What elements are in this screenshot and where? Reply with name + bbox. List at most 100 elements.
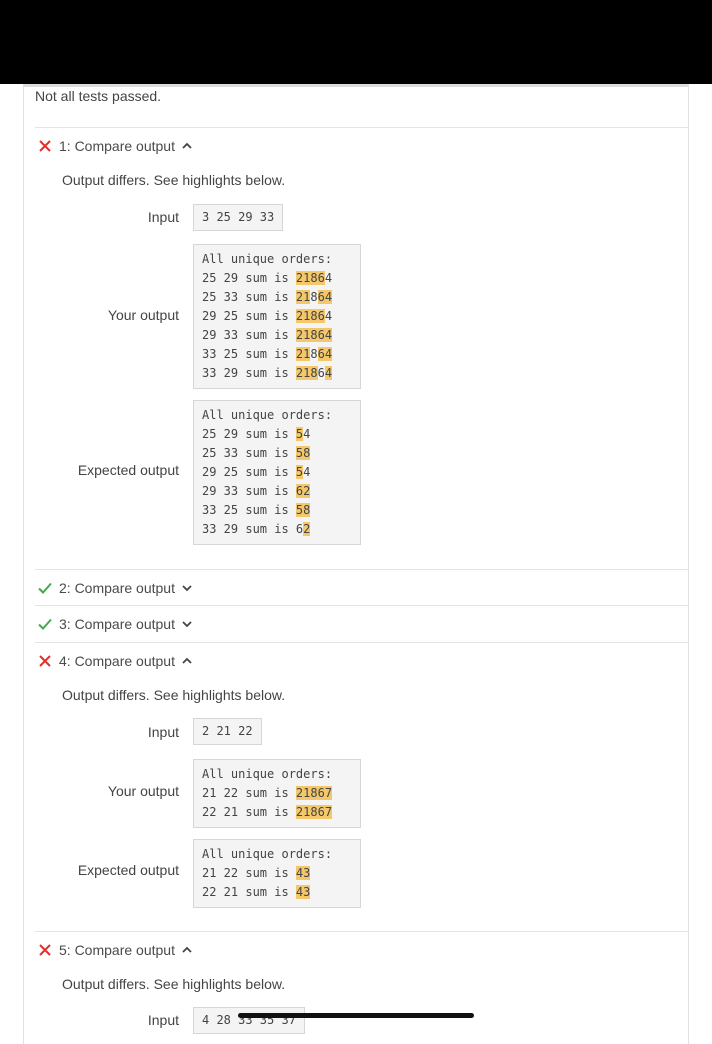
- output-line: 21 22 sum is 21867: [202, 784, 352, 803]
- output-line: 33 29 sum is 21864: [202, 364, 352, 383]
- your-output-label: Your output: [107, 307, 179, 323]
- output-text: All unique orders:: [202, 252, 333, 266]
- output-text: 33 29 sum is: [202, 522, 296, 536]
- output-text: All unique orders:: [202, 847, 333, 861]
- test-4-expected-output-box: All unique orders: 21 22 sum is 43 22 21 s…: [193, 839, 361, 908]
- diff-highlight: 2186: [295, 309, 325, 323]
- diff-highlight: 2186: [295, 328, 325, 342]
- test-1-header[interactable]: 1: Compare output: [36, 136, 193, 156]
- output-text: 4: [324, 271, 333, 285]
- pass-check-icon: [38, 618, 52, 630]
- top-black-bar: [0, 0, 712, 84]
- output-line: 22 21 sum is 43: [202, 883, 352, 902]
- output-line: 33 25 sum is 21864: [202, 345, 352, 364]
- test-1-note: Output differs. See highlights below.: [62, 172, 286, 188]
- input-label: Input: [147, 1012, 179, 1028]
- test-5-input-box: 4 28 33 35 37: [193, 1007, 305, 1034]
- output-line: 22 21 sum is 21867: [202, 803, 352, 822]
- test-4-title: 4: Compare output: [59, 653, 175, 669]
- output-line: 29 25 sum is 21864: [202, 307, 352, 326]
- output-text: 8: [310, 290, 318, 304]
- test-1-your-output-box: All unique orders: 25 29 sum is 21864 25 3…: [193, 244, 361, 389]
- diff-highlight: 21867: [295, 786, 333, 800]
- diff-highlight: 4: [324, 328, 333, 342]
- chevron-up-icon: [182, 142, 192, 149]
- test-2-header[interactable]: 2: Compare output: [36, 578, 193, 598]
- diff-highlight: 64: [317, 290, 333, 304]
- output-text: 33 25 sum is: [202, 347, 296, 361]
- test-1-expected-output-box: All unique orders: 25 29 sum is 54 25 33 s…: [193, 400, 361, 545]
- output-line: All unique orders:: [202, 250, 352, 269]
- output-line: All unique orders:: [202, 765, 352, 784]
- output-text: 4: [303, 427, 311, 441]
- chevron-up-icon: [182, 946, 192, 953]
- your-output-label: Your output: [107, 783, 179, 799]
- test-4-note: Output differs. See highlights below.: [62, 687, 286, 703]
- output-line: All unique orders:: [202, 406, 352, 425]
- diff-highlight: 64: [317, 347, 333, 361]
- diff-highlight: 218: [295, 366, 318, 380]
- output-text: 29 33 sum is: [202, 484, 296, 498]
- diff-highlight: 8: [303, 446, 311, 460]
- chevron-down-icon: [182, 621, 192, 628]
- output-text: 29 25 sum is: [202, 309, 296, 323]
- output-text: 8: [310, 347, 318, 361]
- output-line: 25 33 sum is 21864: [202, 288, 352, 307]
- diff-highlight: 43: [295, 866, 311, 880]
- chevron-down-icon: [182, 585, 192, 592]
- diff-highlight: 8: [303, 503, 311, 517]
- diff-highlight: 2186: [295, 271, 325, 285]
- home-indicator[interactable]: [238, 1013, 474, 1018]
- output-text: 25 29 sum is: [202, 427, 296, 441]
- divider: [35, 605, 689, 606]
- pass-check-icon: [38, 582, 52, 594]
- chevron-up-icon: [182, 657, 192, 664]
- output-text: 33 29 sum is: [202, 366, 296, 380]
- output-line: 33 25 sum is 58: [202, 501, 352, 520]
- output-text: 4: [324, 309, 333, 323]
- output-text: 21 22 sum is: [202, 786, 296, 800]
- output-line: 29 25 sum is 54: [202, 463, 352, 482]
- test-5-note: Output differs. See highlights below.: [62, 976, 286, 992]
- fail-x-icon: [39, 140, 51, 152]
- output-text: 21 22 sum is: [202, 866, 296, 880]
- divider: [35, 127, 689, 128]
- diff-highlight: 21867: [295, 805, 333, 819]
- output-text: 29 25 sum is: [202, 465, 296, 479]
- test-1-input-box: 3 25 29 33: [193, 204, 284, 231]
- divider: [35, 569, 689, 570]
- diff-highlight: 21: [295, 290, 311, 304]
- output-line: 29 33 sum is 62: [202, 482, 352, 501]
- output-line: 29 33 sum is 21864: [202, 326, 352, 345]
- test-4-header[interactable]: 4: Compare output: [36, 651, 193, 671]
- expected-output-label: Expected output: [77, 862, 179, 878]
- test-5-title: 5: Compare output: [59, 942, 175, 958]
- test-2-title: 2: Compare output: [59, 580, 175, 596]
- test-5-header[interactable]: 5: Compare output: [36, 940, 193, 960]
- divider: [35, 931, 689, 932]
- output-line: 33 29 sum is 62: [202, 520, 352, 539]
- output-text: 4: [303, 465, 311, 479]
- output-text: 22 21 sum is: [202, 885, 296, 899]
- output-text: 33 25 sum is: [202, 503, 296, 517]
- fail-x-icon: [39, 944, 51, 956]
- output-text: 22 21 sum is: [202, 805, 296, 819]
- diff-highlight: 2: [303, 522, 311, 536]
- test-3-header[interactable]: 3: Compare output: [36, 614, 193, 634]
- fail-x-icon: [39, 655, 51, 667]
- output-line: All unique orders:: [202, 845, 352, 864]
- output-line: 25 33 sum is 58: [202, 444, 352, 463]
- input-label: Input: [147, 724, 179, 740]
- diff-highlight: 43: [295, 885, 311, 899]
- output-text: 25 29 sum is: [202, 271, 296, 285]
- summary-text: Not all tests passed.: [35, 88, 162, 104]
- output-text: All unique orders:: [202, 767, 333, 781]
- output-line: 21 22 sum is 43: [202, 864, 352, 883]
- output-text: 25 33 sum is: [202, 446, 296, 460]
- expected-output-label: Expected output: [77, 462, 179, 478]
- input-label: Input: [147, 209, 179, 225]
- diff-highlight: 4: [324, 366, 333, 380]
- output-text: 29 33 sum is: [202, 328, 296, 342]
- output-text: All unique orders:: [202, 408, 333, 422]
- test-1-title: 1: Compare output: [59, 138, 175, 154]
